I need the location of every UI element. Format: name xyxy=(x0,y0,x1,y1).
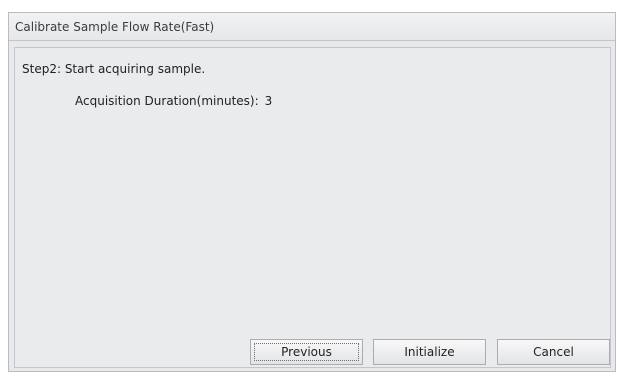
previous-button[interactable]: Previous xyxy=(250,339,363,365)
initialize-button[interactable]: Initialize xyxy=(373,339,486,365)
dialog-content-panel: Step2: Start acquiring sample. Acquisiti… xyxy=(14,47,611,368)
acquisition-duration-label: Acquisition Duration(minutes): xyxy=(75,94,259,108)
dialog-title: Calibrate Sample Flow Rate(Fast) xyxy=(15,20,215,34)
calibration-dialog: Calibrate Sample Flow Rate(Fast) Step2: … xyxy=(8,12,616,372)
acquisition-duration-row: Acquisition Duration(minutes): 3 xyxy=(75,94,272,108)
dialog-title-bar: Calibrate Sample Flow Rate(Fast) xyxy=(9,13,615,41)
acquisition-duration-value: 3 xyxy=(264,94,273,108)
step-instruction: Step2: Start acquiring sample. xyxy=(22,62,206,76)
previous-button-label: Previous xyxy=(281,345,332,359)
cancel-button[interactable]: Cancel xyxy=(497,339,610,365)
